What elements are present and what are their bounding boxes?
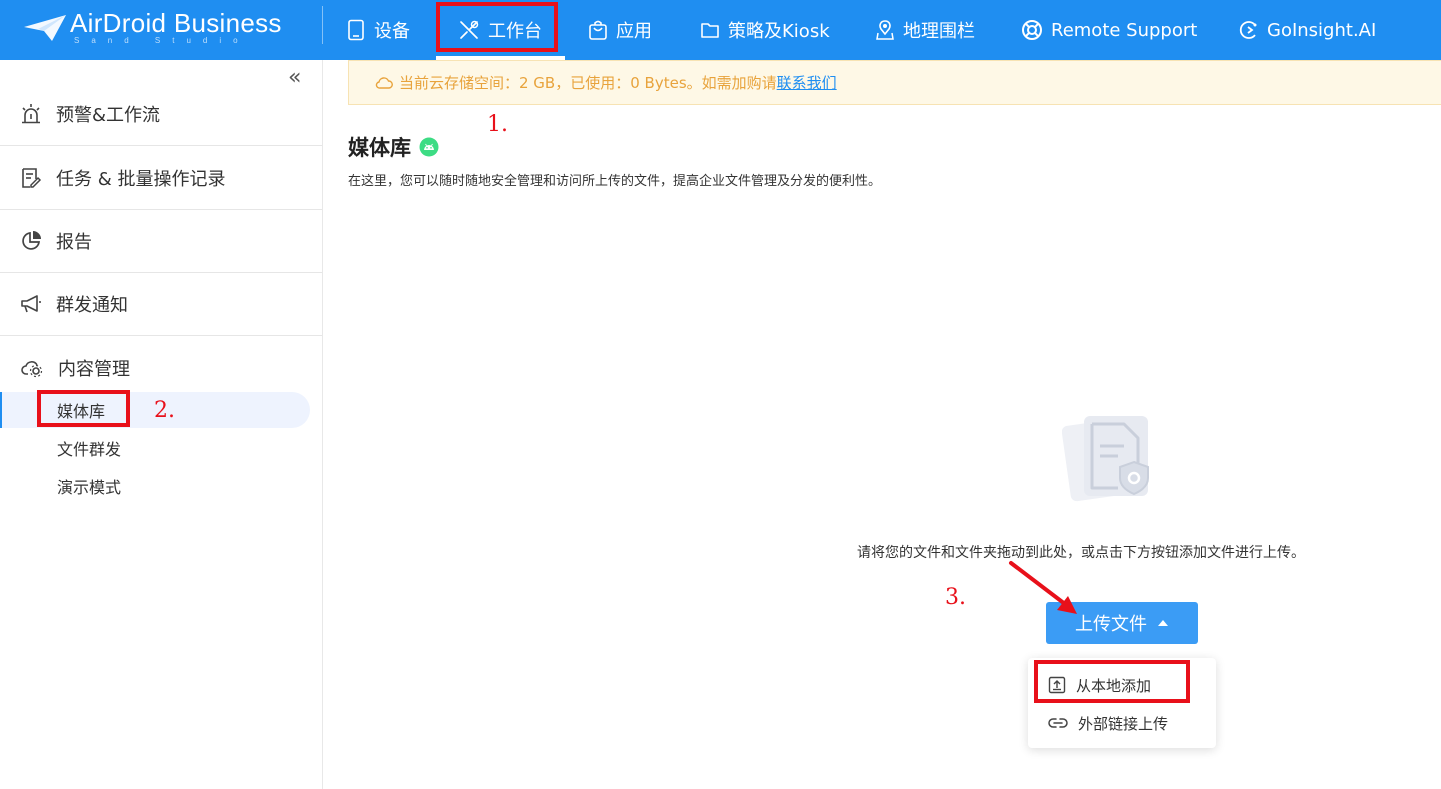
megaphone-icon: [21, 294, 41, 312]
upload-button-label: 上传文件: [1075, 614, 1147, 635]
link-icon: [1048, 718, 1068, 728]
nav-item-policy-kiosk[interactable]: 策略及Kiosk: [700, 0, 830, 60]
nav-item-remote-support[interactable]: Remote Support: [1021, 0, 1197, 60]
page-title: 媒体库: [348, 132, 439, 162]
page-description: 在这里，您可以随时随地安全管理和访问所上传的文件，提高企业文件管理及分发的便利性…: [348, 174, 882, 189]
sidebar-item-label: 任务 & 批量操作记录: [56, 168, 226, 190]
contact-us-link[interactable]: 联系我们: [777, 72, 837, 93]
shopping-bag-icon: [589, 20, 607, 40]
nav-item-label: GoInsight.AI: [1267, 19, 1377, 41]
highlight-box-media-library: [37, 390, 130, 427]
highlight-box-workbench: [436, 2, 558, 52]
goinsight-icon: [1239, 21, 1257, 39]
sidebar-item-tasks[interactable]: 任务 & 批量操作记录: [0, 146, 322, 210]
empty-files-illustration: [1062, 416, 1149, 502]
cloud-settings-icon: [21, 361, 43, 378]
nav-item-geofence[interactable]: 地理围栏: [875, 0, 975, 60]
android-icon: [419, 137, 439, 157]
nav-item-label: Remote Support: [1051, 19, 1198, 41]
alarm-icon: [22, 103, 40, 123]
sidebar-item-broadcast[interactable]: 群发通知: [0, 272, 322, 336]
folder-icon: [701, 23, 719, 38]
nav-item-devices[interactable]: 设备: [346, 0, 410, 60]
highlight-box-add-from-local: [1034, 660, 1190, 703]
sidebar-subitem-demo-mode[interactable]: 演示模式: [0, 468, 310, 504]
cloud-icon: [375, 76, 393, 89]
nav-item-label: 应用: [616, 21, 652, 42]
sidebar-subitem-label: 演示模式: [57, 478, 122, 497]
step-number-1: 1.: [487, 112, 508, 137]
sidebar-item-label: 预警&工作流: [56, 104, 161, 126]
nav-item-label: 设备: [374, 21, 410, 42]
top-navigation-bar: AirDroid Business Sand Studio 设备 工作台 应用 …: [0, 0, 1441, 60]
step-number-3: 3.: [945, 585, 966, 610]
sidebar-subitem-file-distribution[interactable]: 文件群发: [0, 430, 310, 466]
sidebar-item-label: 群发通知: [56, 294, 128, 316]
sidebar-item-label: 报告: [56, 231, 92, 253]
menu-item-label: 外部链接上传: [1078, 714, 1169, 733]
nav-divider: [322, 6, 323, 44]
sidebar-item-label: 内容管理: [58, 359, 130, 380]
menu-item-external-link-upload[interactable]: 外部链接上传: [1028, 704, 1216, 742]
nav-item-label: 地理围栏: [903, 21, 975, 42]
pie-chart-icon: [22, 230, 41, 250]
storage-notice-banner: 当前云存储空间：2 GB，已使用：0 Bytes。如需加购请 联系我们: [348, 60, 1441, 105]
page-title-text: 媒体库: [348, 136, 411, 160]
pointer-arrow: [1009, 561, 1077, 614]
sidebar-item-reports[interactable]: 报告: [0, 209, 322, 273]
notice-text: 当前云存储空间：2 GB，已使用：0 Bytes。如需加购请: [399, 74, 777, 92]
step-number-2: 2.: [154, 398, 175, 423]
nav-item-apps[interactable]: 应用: [588, 0, 652, 60]
tablet-icon: [348, 19, 364, 41]
sidebar-subitem-label: 文件群发: [57, 440, 122, 459]
task-list-icon: [22, 167, 42, 188]
sidebar-item-alerts-workflow[interactable]: 预警&工作流: [0, 82, 322, 146]
brand-name: AirDroid Business: [70, 8, 282, 38]
nav-item-label: 策略及Kiosk: [728, 21, 830, 42]
paper-plane-icon: [24, 15, 66, 41]
lifebuoy-icon: [1022, 20, 1042, 40]
map-pin-icon: [876, 20, 894, 40]
caret-up-icon: [1158, 620, 1168, 626]
nav-item-goinsight[interactable]: GoInsight.AI: [1237, 0, 1376, 60]
airdroid-logo[interactable]: AirDroid Business Sand Studio: [22, 8, 281, 48]
brand-subtitle: Sand Studio: [74, 36, 250, 45]
